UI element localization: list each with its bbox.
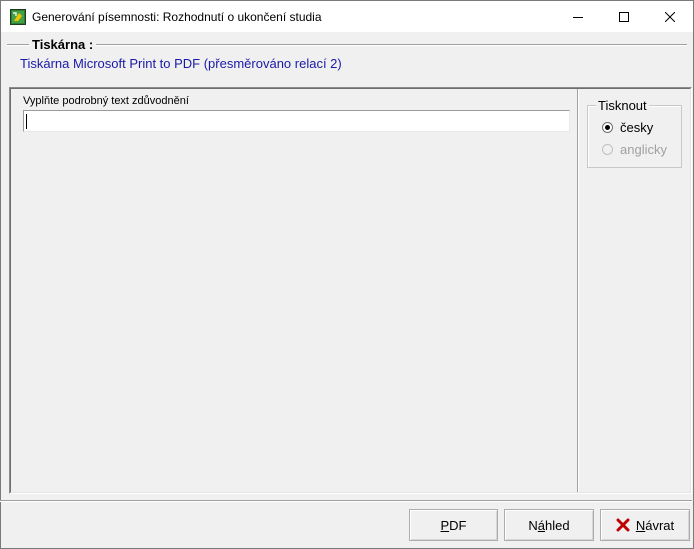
radio-english-label: anglicky: [620, 142, 667, 157]
preview-button[interactable]: Ná hled: [504, 509, 594, 541]
print-group-label: Tisknout: [596, 98, 649, 113]
printer-divider: [7, 44, 687, 46]
print-language-group: [587, 105, 682, 168]
app-icon: [10, 9, 26, 25]
printer-label: Tiskárna :: [29, 37, 97, 52]
close-icon: [665, 11, 675, 22]
preview-mnemonic: á: [537, 517, 546, 533]
close-button[interactable]: [647, 1, 693, 32]
text-caret: [26, 114, 27, 129]
minimize-icon: [573, 16, 583, 18]
radio-czech-indicator[interactable]: [602, 122, 613, 133]
red-x-icon: [616, 518, 630, 532]
bottom-separator: [0, 500, 692, 502]
pdf-button[interactable]: P DF: [409, 509, 498, 541]
preview-label-rest: hled: [545, 517, 570, 533]
printer-name: Tiskárna Microsoft Print to PDF (přesměr…: [20, 56, 342, 71]
back-label-rest: ávrat: [645, 517, 675, 533]
reason-input[interactable]: [23, 110, 570, 132]
radio-english: anglicky: [602, 142, 667, 157]
radio-czech[interactable]: česky: [602, 120, 653, 135]
pdf-label-rest: DF: [449, 517, 467, 533]
reason-panel: [11, 89, 577, 492]
panel-divider: [577, 89, 579, 492]
back-button[interactable]: Návrat: [600, 509, 690, 541]
minimize-button[interactable]: [555, 1, 601, 32]
radio-czech-label: česky: [620, 120, 654, 135]
reason-label: Vyplňte podrobný text zdůvodnění: [23, 95, 189, 107]
title-bar[interactable]: Generování písemnosti: Rozhodnutí o ukon…: [1, 1, 693, 32]
maximize-button[interactable]: [601, 1, 647, 32]
back-mnemonic: N: [635, 517, 646, 533]
window-title: Generování písemnosti: Rozhodnutí o ukon…: [32, 10, 322, 24]
radio-english-indicator: [602, 144, 613, 155]
pdf-mnemonic: P: [440, 517, 450, 533]
printer-section: Tiskárna : Tiskárna Microsoft Print to P…: [1, 32, 693, 84]
maximize-icon: [619, 11, 629, 22]
preview-label-pre: N: [528, 517, 538, 533]
